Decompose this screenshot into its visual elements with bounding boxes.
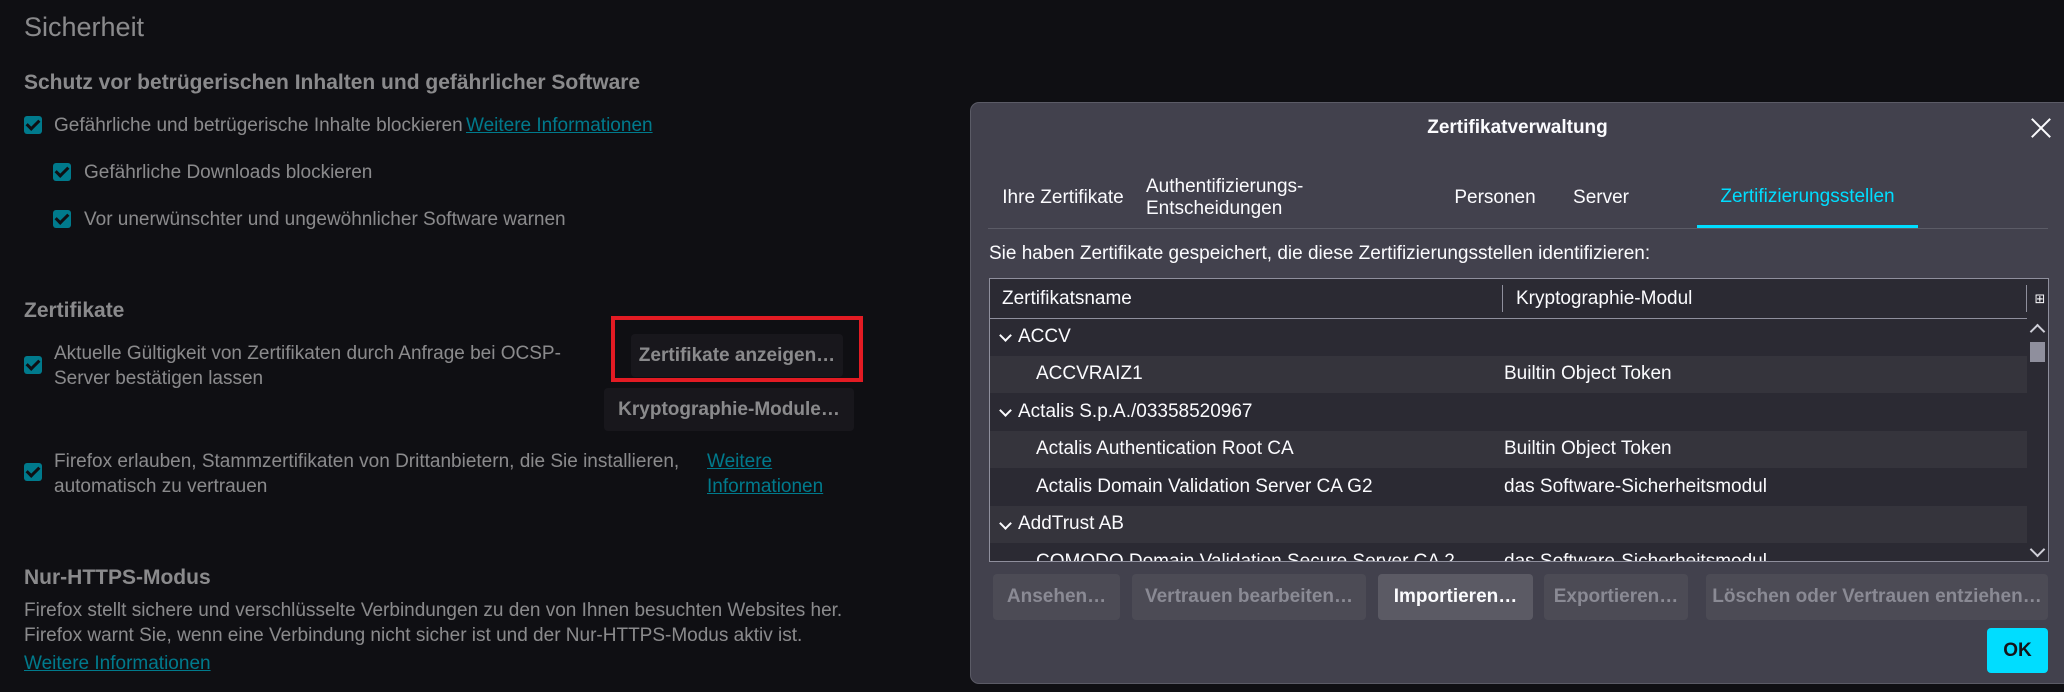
row-name: Actalis Authentication Root CA — [1036, 438, 1294, 460]
more-info-line1: Weitere — [707, 451, 773, 472]
third-party-more-info-link[interactable]: Weitere Informationen — [707, 449, 823, 499]
block-dangerous-label: Gefährliche und betrügerische Inhalte bl… — [54, 115, 463, 136]
certificate-tree[interactable]: Zertifikatsname Kryptographie-Modul ⊞ AC… — [989, 278, 2049, 562]
page-title: Sicherheit — [24, 12, 145, 42]
import-button[interactable]: Importieren… — [1378, 574, 1533, 620]
block-downloads-checkbox[interactable] — [53, 163, 71, 181]
tree-row[interactable]: Actalis S.p.A./03358520967 — [990, 393, 2027, 431]
row-name: ACCV — [1018, 325, 1071, 347]
row-module: Builtin Object Token — [1504, 438, 1672, 460]
tree-scrollbar[interactable] — [2027, 318, 2048, 561]
column-crypto-module[interactable]: Kryptographie-Modul — [1516, 279, 1692, 318]
ocsp-checkbox[interactable] — [24, 356, 42, 374]
third-party-root-checkbox[interactable] — [24, 463, 42, 481]
row-module: das Software-Sicherheitsmodul — [1504, 550, 1767, 562]
https-desc-line2: Firefox warnt Sie, wenn eine Verbindung … — [24, 625, 803, 646]
third-party-root-label: Firefox erlauben, Stammzertifikaten von … — [54, 449, 679, 499]
https-only-description: Firefox stellt sichere und verschlüsselt… — [24, 598, 842, 648]
ocsp-label-line2: Server bestätigen lassen — [54, 368, 264, 389]
column-certificate-name[interactable]: Zertifikatsname — [1002, 279, 1132, 318]
highlight-box — [611, 316, 863, 382]
ocsp-label: Aktuelle Gültigkeit von Zertifikaten dur… — [54, 341, 561, 391]
tab-your-certificates[interactable]: Ihre Zertifikate — [988, 168, 1138, 228]
close-icon[interactable] — [2026, 113, 2056, 143]
export-button[interactable]: Exportieren… — [1544, 574, 1688, 620]
ok-button[interactable]: OK — [1987, 628, 2048, 673]
tree-row[interactable]: Actalis Authentication Root CA Builtin O… — [990, 430, 2027, 468]
row-name: ACCVRAIZ1 — [1036, 363, 1143, 385]
row-module: das Software-Sicherheitsmodul — [1504, 475, 1767, 497]
warn-unwanted-label: Vor unerwünschter und ungewöhnlicher Sof… — [84, 209, 566, 230]
delete-or-distrust-button[interactable]: Löschen oder Vertrauen entziehen… — [1706, 574, 2048, 620]
scroll-down-icon[interactable] — [2029, 541, 2046, 558]
column-separator[interactable] — [2026, 285, 2027, 312]
scroll-up-icon[interactable] — [2029, 323, 2046, 340]
certificate-manager-dialog: Zertifikatverwaltung Ihre Zertifikate Au… — [971, 103, 2064, 683]
tab-authentication-decisions[interactable]: Authentifizierungs-Entscheidungen — [1146, 168, 1431, 228]
edit-trust-button[interactable]: Vertrauen bearbeiten… — [1132, 574, 1366, 620]
row-module: Builtin Object Token — [1504, 363, 1672, 385]
https-only-heading: Nur-HTTPS-Modus — [24, 566, 211, 589]
tree-header: Zertifikatsname Kryptographie-Modul ⊞ — [990, 279, 2048, 319]
certificates-heading: Zertifikate — [24, 299, 125, 322]
crypto-modules-button[interactable]: Kryptographie-Module… — [604, 388, 854, 431]
block-downloads-label: Gefährliche Downloads blockieren — [84, 162, 373, 183]
https-desc-line1: Firefox stellt sichere und verschlüsselt… — [24, 600, 843, 621]
column-picker-icon[interactable]: ⊞ — [2032, 279, 2048, 318]
third-party-label-line1: Firefox erlauben, Stammzertifikaten von … — [54, 451, 680, 472]
tree-row[interactable]: AddTrust AB — [990, 505, 2027, 543]
https-more-info-link[interactable]: Weitere Informationen — [24, 651, 211, 676]
tree-row[interactable]: Actalis Domain Validation Server CA G2 d… — [990, 468, 2027, 506]
scrollbar-thumb[interactable] — [2030, 342, 2045, 362]
chevron-down-icon — [999, 404, 1012, 417]
row-name: AddTrust AB — [1018, 513, 1124, 535]
tab-people[interactable]: Personen — [1440, 168, 1550, 228]
column-separator[interactable] — [1502, 285, 1503, 312]
authorities-description: Sie haben Zertifikate gespeichert, die d… — [989, 243, 1651, 264]
chevron-down-icon — [999, 329, 1012, 342]
row-name: Actalis S.p.A./03358520967 — [1018, 400, 1253, 422]
block-dangerous-checkbox[interactable] — [24, 116, 42, 134]
phishing-heading: Schutz vor betrügerischen Inhalten und g… — [24, 71, 641, 94]
dialog-title: Zertifikatverwaltung — [1427, 117, 1608, 138]
row-name: Actalis Domain Validation Server CA G2 — [1036, 475, 1373, 497]
view-button[interactable]: Ansehen… — [993, 574, 1120, 620]
chevron-down-icon — [999, 516, 1012, 530]
tree-row[interactable]: ACCVRAIZ1 Builtin Object Token — [990, 355, 2027, 393]
ocsp-label-line1: Aktuelle Gültigkeit von Zertifikaten dur… — [54, 343, 561, 364]
tab-authorities[interactable]: Zertifizierungsstellen — [1697, 168, 1918, 228]
more-info-line2: Informationen — [707, 476, 824, 497]
tree-row[interactable]: COMODO Domain Validation Secure Server C… — [990, 543, 2027, 562]
more-info-link[interactable]: Weitere Informationen — [466, 113, 653, 138]
tree-row[interactable]: ACCV — [990, 318, 2027, 356]
tab-servers[interactable]: Server — [1556, 168, 1646, 228]
tab-bar: Ihre Zertifikate Authentifizierungs-Ents… — [988, 168, 2048, 229]
row-name: COMODO Domain Validation Secure Server C… — [1036, 550, 1455, 562]
third-party-label-line2: automatisch zu vertrauen — [54, 476, 268, 497]
warn-unwanted-checkbox[interactable] — [53, 210, 71, 228]
